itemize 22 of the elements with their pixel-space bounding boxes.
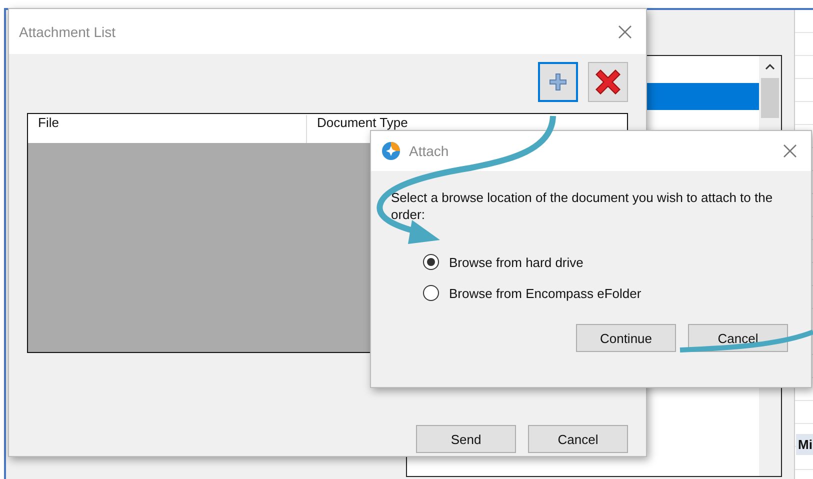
close-icon[interactable] — [783, 144, 797, 158]
dialog-button[interactable]: Continue — [576, 324, 676, 352]
add-button[interactable] — [538, 62, 578, 102]
close-icon[interactable] — [618, 24, 632, 38]
delete-button[interactable] — [588, 62, 628, 102]
window-title: Attach — [409, 143, 449, 159]
dialog-button[interactable]: Cancel — [528, 425, 628, 453]
radio-option[interactable]: Browse from Encompass eFolder — [423, 285, 791, 301]
app-logo-icon — [381, 141, 401, 161]
plus-icon — [548, 72, 568, 92]
radio-button[interactable] — [423, 285, 439, 301]
window-title: Attachment List — [19, 24, 116, 40]
column-header[interactable]: File — [28, 115, 307, 143]
option-label: Browse from Encompass eFolder — [449, 286, 642, 300]
radio-button[interactable] — [423, 254, 439, 270]
dialog-button[interactable]: Send — [416, 425, 516, 453]
option-label: Browse from hard drive — [449, 254, 584, 270]
scroll-thumb[interactable] — [761, 78, 779, 118]
radio-option[interactable]: Browse from hard drive — [423, 254, 791, 270]
prompt-text: Select a browse location of the document you wish to attach to the order: — [391, 189, 774, 223]
column-label: Mil — [796, 434, 813, 455]
scroll-up-icon[interactable] — [765, 64, 775, 70]
